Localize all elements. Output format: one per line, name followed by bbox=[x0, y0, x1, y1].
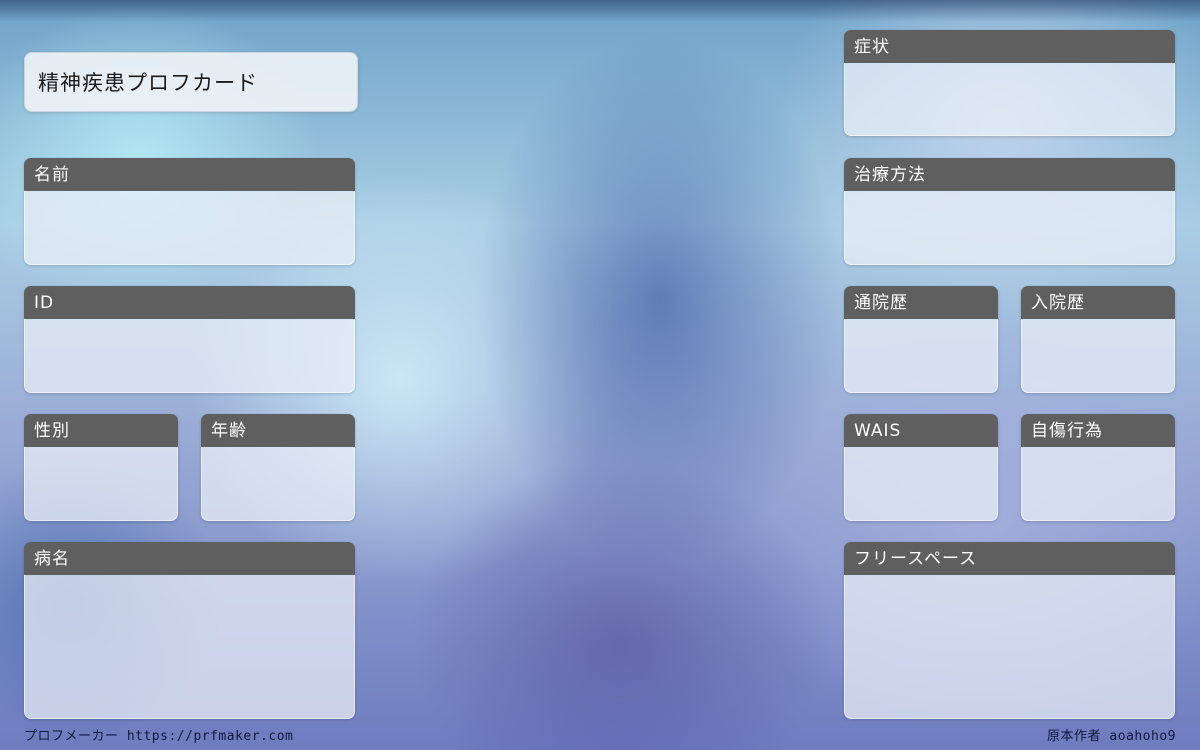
treatment-field-label: 治療方法 bbox=[844, 158, 1175, 191]
symptoms-field-label: 症状 bbox=[844, 30, 1175, 63]
symptoms-field[interactable]: 症状 bbox=[844, 30, 1175, 136]
symptoms-field-input[interactable] bbox=[844, 63, 1175, 136]
free-space-field-input[interactable] bbox=[844, 575, 1175, 719]
name-field-label: 名前 bbox=[24, 158, 355, 191]
self-harm-field[interactable]: 自傷行為 bbox=[1021, 414, 1175, 521]
free-space-field-label: フリースペース bbox=[844, 542, 1175, 575]
wais-field-label: WAIS bbox=[844, 414, 998, 447]
top-shadow-band bbox=[0, 0, 1200, 22]
age-field[interactable]: 年齢 bbox=[201, 414, 355, 521]
self-harm-field-input[interactable] bbox=[1021, 447, 1175, 521]
footer-maker-credit: プロフメーカー https://prfmaker.com bbox=[24, 729, 294, 744]
footer-author-credit: 原本作者 aoahoho9 bbox=[1047, 729, 1176, 744]
id-field-input[interactable] bbox=[24, 319, 355, 393]
name-field-input[interactable] bbox=[24, 191, 355, 265]
treatment-field[interactable]: 治療方法 bbox=[844, 158, 1175, 265]
outpatient-history-field-label: 通院歴 bbox=[844, 286, 998, 319]
disease-field-input[interactable] bbox=[24, 575, 355, 719]
card-title: 精神疾患プロフカード bbox=[24, 52, 358, 112]
id-field-label: ID bbox=[24, 286, 355, 319]
wais-field[interactable]: WAIS bbox=[844, 414, 998, 521]
free-space-field[interactable]: フリースペース bbox=[844, 542, 1175, 719]
hospitalization-history-field[interactable]: 入院歴 bbox=[1021, 286, 1175, 393]
disease-field-label: 病名 bbox=[24, 542, 355, 575]
outpatient-history-field[interactable]: 通院歴 bbox=[844, 286, 998, 393]
gender-field-label: 性別 bbox=[24, 414, 178, 447]
age-field-label: 年齢 bbox=[201, 414, 355, 447]
age-field-input[interactable] bbox=[201, 447, 355, 521]
gender-field-input[interactable] bbox=[24, 447, 178, 521]
gender-field[interactable]: 性別 bbox=[24, 414, 178, 521]
hospitalization-history-field-label: 入院歴 bbox=[1021, 286, 1175, 319]
name-field[interactable]: 名前 bbox=[24, 158, 355, 265]
disease-field[interactable]: 病名 bbox=[24, 542, 355, 719]
treatment-field-input[interactable] bbox=[844, 191, 1175, 265]
outpatient-history-field-input[interactable] bbox=[844, 319, 998, 393]
wais-field-input[interactable] bbox=[844, 447, 998, 521]
self-harm-field-label: 自傷行為 bbox=[1021, 414, 1175, 447]
id-field[interactable]: ID bbox=[24, 286, 355, 393]
hospitalization-history-field-input[interactable] bbox=[1021, 319, 1175, 393]
